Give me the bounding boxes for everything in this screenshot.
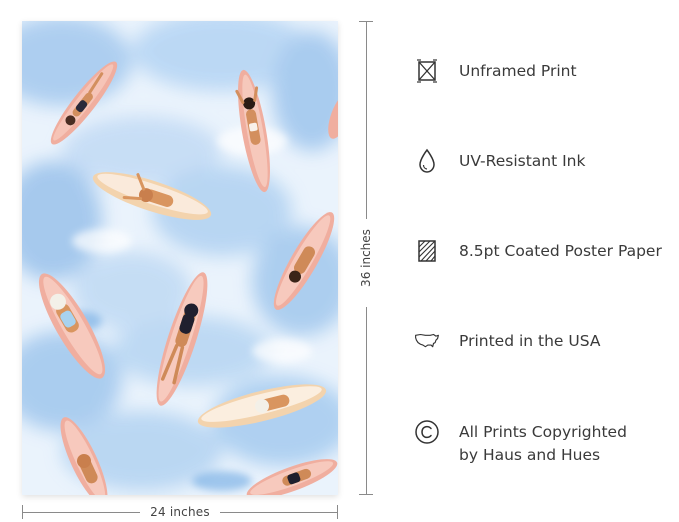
height-dimension-line-top (366, 21, 367, 219)
feature-line: Unframed Print (459, 62, 577, 80)
feature-line: Printed in the USA (459, 332, 601, 350)
feature-printed-in-usa: Printed in the USA (414, 330, 679, 354)
feature-coated-poster-paper: 8.5pt Coated Poster Paper (414, 240, 679, 264)
surfers-illustration (22, 21, 338, 495)
poster-artwork (22, 21, 338, 495)
width-dimension-line-right (220, 512, 338, 513)
height-dimension-cap-bottom (359, 494, 373, 495)
height-dimension-label: 36 inches (359, 229, 373, 287)
height-dimension-line-bottom (366, 307, 367, 495)
feature-line: by Haus and Hues (459, 446, 601, 464)
feature-text: All Prints Copyrighted by Haus and Hues (459, 421, 627, 467)
feature-copyright: All Prints Copyrighted by Haus and Hues (414, 419, 679, 467)
feature-line: UV-Resistant Ink (459, 152, 586, 170)
feature-text: UV-Resistant Ink (459, 150, 585, 173)
feature-list: Unframed Print UV-Resistant Ink 8.5pt Co… (414, 0, 679, 522)
feature-text: Printed in the USA (459, 330, 600, 353)
usa-map-icon (414, 328, 440, 354)
ink-drop-icon (414, 148, 440, 174)
paper-icon (414, 238, 440, 264)
feature-uv-resistant-ink: UV-Resistant Ink (414, 148, 679, 174)
feature-unframed-print: Unframed Print (414, 58, 679, 84)
unframed-icon (414, 58, 440, 84)
feature-text: 8.5pt Coated Poster Paper (459, 240, 662, 263)
feature-text: Unframed Print (459, 60, 577, 83)
width-dimension: 24 inches (22, 505, 338, 519)
copyright-icon (414, 419, 440, 445)
width-dimension-cap-right (337, 505, 338, 519)
feature-line: All Prints Copyrighted (459, 423, 627, 441)
feature-line: 8.5pt Coated Poster Paper (459, 242, 662, 260)
height-dimension: 36 inches (359, 21, 373, 495)
